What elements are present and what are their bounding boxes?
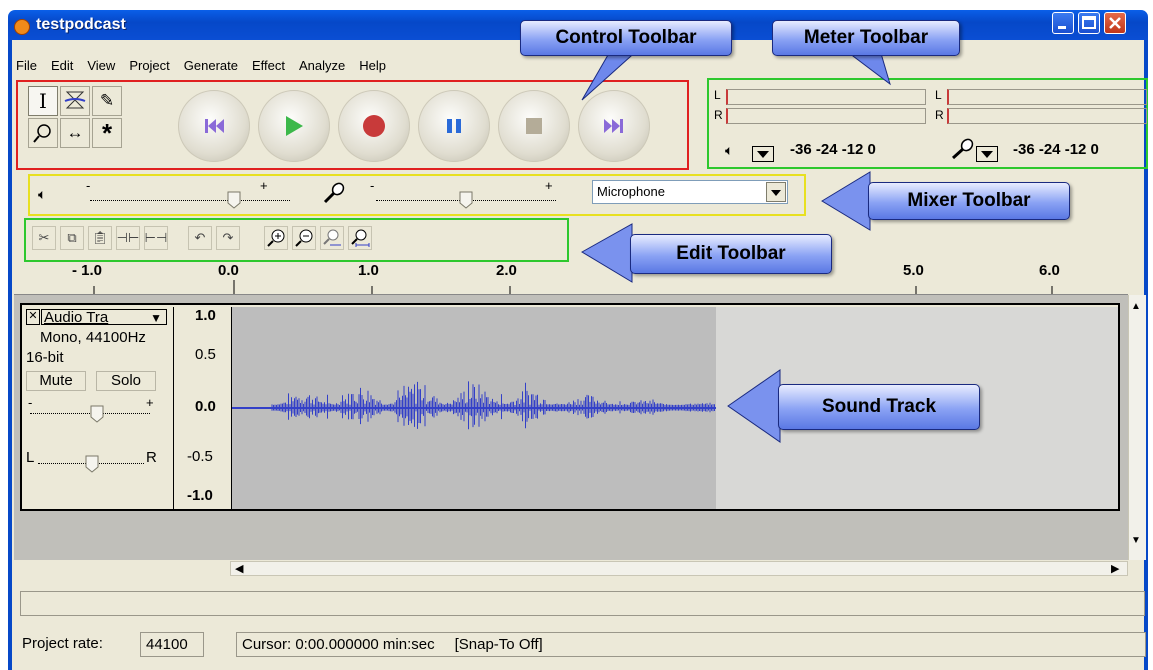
mixer-toolbar-callout: Mixer Toolbar	[868, 182, 1070, 220]
callout-pointers	[581, 47, 891, 443]
meter-toolbar-callout: Meter Toolbar	[772, 20, 960, 56]
sound-track-callout: Sound Track	[778, 384, 980, 430]
control-toolbar-callout: Control Toolbar	[520, 20, 732, 56]
edit-toolbar-callout: Edit Toolbar	[630, 234, 832, 274]
